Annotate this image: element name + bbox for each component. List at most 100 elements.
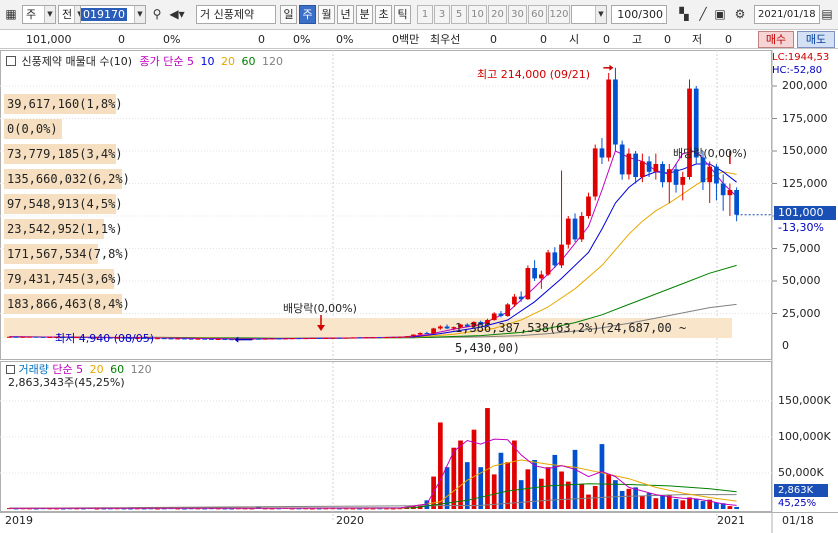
candle-body (202, 338, 208, 340)
stock-name-prefix: 거 (200, 8, 211, 21)
stock-chart[interactable]: 신풍제약 매물대 수(10) 종가 단순 5 10 20 60 120 39,6… (0, 50, 838, 533)
candle-body (397, 336, 403, 338)
volume-bar (687, 497, 692, 509)
candle-body (303, 338, 309, 340)
max-arrow-head (609, 64, 614, 71)
volume-axis-tick: 50,000K (778, 465, 824, 479)
candle-body (518, 296, 524, 300)
volume-bar (559, 471, 564, 509)
volume-bar (498, 452, 504, 509)
candle-body (195, 338, 201, 340)
speaker-icon[interactable]: ◀▾ (166, 6, 188, 22)
chart-menu-icon[interactable]: ▦ (3, 6, 19, 22)
period-tab-6[interactable]: 틱 (394, 5, 411, 24)
interval-button-1[interactable]: 3 (434, 5, 450, 24)
candle-body (276, 338, 282, 340)
volume-rate: 0% (293, 33, 311, 46)
interval-button-5[interactable]: 30 (508, 5, 527, 24)
chevron-down-icon: ▼ (134, 6, 145, 23)
period-tab-3[interactable]: 년 (337, 5, 354, 24)
market-select[interactable]: 주 ▼ (22, 5, 56, 24)
candle-body (565, 218, 571, 245)
volume-bar (619, 490, 625, 509)
chart-tools-icon[interactable]: ▚ (676, 6, 692, 22)
interval-button-2[interactable]: 5 (451, 5, 467, 24)
candle-body (404, 336, 410, 338)
candle-body (653, 164, 659, 172)
candle-body (559, 244, 564, 266)
candle-body (640, 161, 645, 177)
price-legend: 신풍제약 매물대 수(10) 종가 단순 5 10 20 60 120 (6, 53, 283, 69)
count-value: 100 (617, 8, 639, 21)
count-total: /300 (638, 8, 663, 21)
line-tool-icon[interactable]: ╱ (695, 6, 711, 22)
candle-body (431, 328, 436, 334)
candle-body (310, 337, 315, 339)
volume-profile-label: 73,779,185(3,4%) (4, 144, 123, 164)
candle-body (390, 336, 396, 338)
time-label-2019: 2019 (5, 514, 33, 527)
volume-bar (572, 449, 578, 509)
current-price-tag: 101,000 (774, 206, 836, 220)
interval-button-7[interactable]: 120 (548, 5, 570, 24)
settings-gear-icon[interactable]: ⚙ (732, 6, 748, 22)
candle-body (289, 338, 295, 340)
interval-button-4[interactable]: 20 (488, 5, 507, 24)
last-date-label: 01/18 (782, 514, 814, 527)
candle-body (330, 337, 335, 339)
volume-profile-label: 39,617,160(1,8%) (4, 94, 123, 114)
max-price-annotation: 최고 214,000 (09/21) (477, 68, 591, 81)
price-axis-tick: 125,000 (782, 176, 828, 190)
candle-body (155, 338, 160, 340)
count-input[interactable]: 100/300 (611, 5, 667, 24)
volume-bar (485, 408, 490, 509)
save-icon[interactable]: ▣ (712, 6, 728, 22)
calendar-icon[interactable]: ▤ (820, 6, 834, 22)
candle-body (586, 196, 591, 216)
period-tab-0[interactable]: 일 (280, 5, 297, 24)
date-input[interactable]: 2021/01/18 (754, 5, 820, 24)
candle-body (350, 337, 356, 339)
sell-button[interactable]: 매도 (797, 31, 835, 48)
period-tab-4[interactable]: 분 (356, 5, 373, 24)
candle-body (525, 268, 531, 300)
interval-button-6[interactable]: 60 (528, 5, 547, 24)
interval-button-0[interactable]: 1 (417, 5, 433, 24)
type-select-value: 전 (62, 8, 73, 21)
candle-body (13, 336, 19, 338)
period-tab-5[interactable]: 초 (375, 5, 392, 24)
interval-select[interactable]: ▼ (571, 5, 607, 24)
stock-code-input[interactable]: 019170 ▼ (80, 5, 146, 24)
volume-bar (552, 454, 558, 509)
candle-body (660, 164, 665, 183)
stock-name-select[interactable]: 거 신풍제약 (196, 5, 276, 24)
volume-profile-title: 신풍제약 매물대 수(10) (21, 55, 133, 68)
candle-body (734, 190, 739, 215)
candle-body (262, 338, 268, 340)
search-icon[interactable]: ⚲ (149, 6, 165, 22)
price-axis-tick: 75,000 (782, 241, 821, 255)
price-axis-tick: 150,000 (782, 144, 828, 157)
volume-profile-label: 1,386,387,538(63,2%)(24,687,00 ~ 5,430,0… (455, 321, 687, 355)
best-bid: 0 (540, 33, 547, 46)
candle-body (579, 216, 585, 240)
volume-bar (437, 422, 443, 509)
volume-bar (727, 506, 733, 509)
volume-bar (579, 483, 585, 509)
volume-bar (565, 481, 571, 509)
high-label: 고 (632, 33, 643, 46)
chevron-down-icon: ▼ (44, 6, 55, 23)
candle-body (336, 337, 342, 339)
interval-button-3[interactable]: 10 (468, 5, 487, 24)
period-tab-2[interactable]: 월 (318, 5, 335, 24)
period-tab-1[interactable]: 주 (299, 5, 316, 24)
candle-body (377, 337, 383, 339)
high-value: 0 (664, 33, 671, 46)
chart-canvas[interactable] (0, 50, 838, 533)
buy-button[interactable]: 매수 (758, 31, 794, 48)
best-ask: 0 (490, 33, 497, 46)
stock-code-value: 019170 (81, 8, 127, 21)
candle-body (256, 338, 261, 340)
candle-body (613, 79, 618, 145)
volume-bar (599, 444, 605, 509)
